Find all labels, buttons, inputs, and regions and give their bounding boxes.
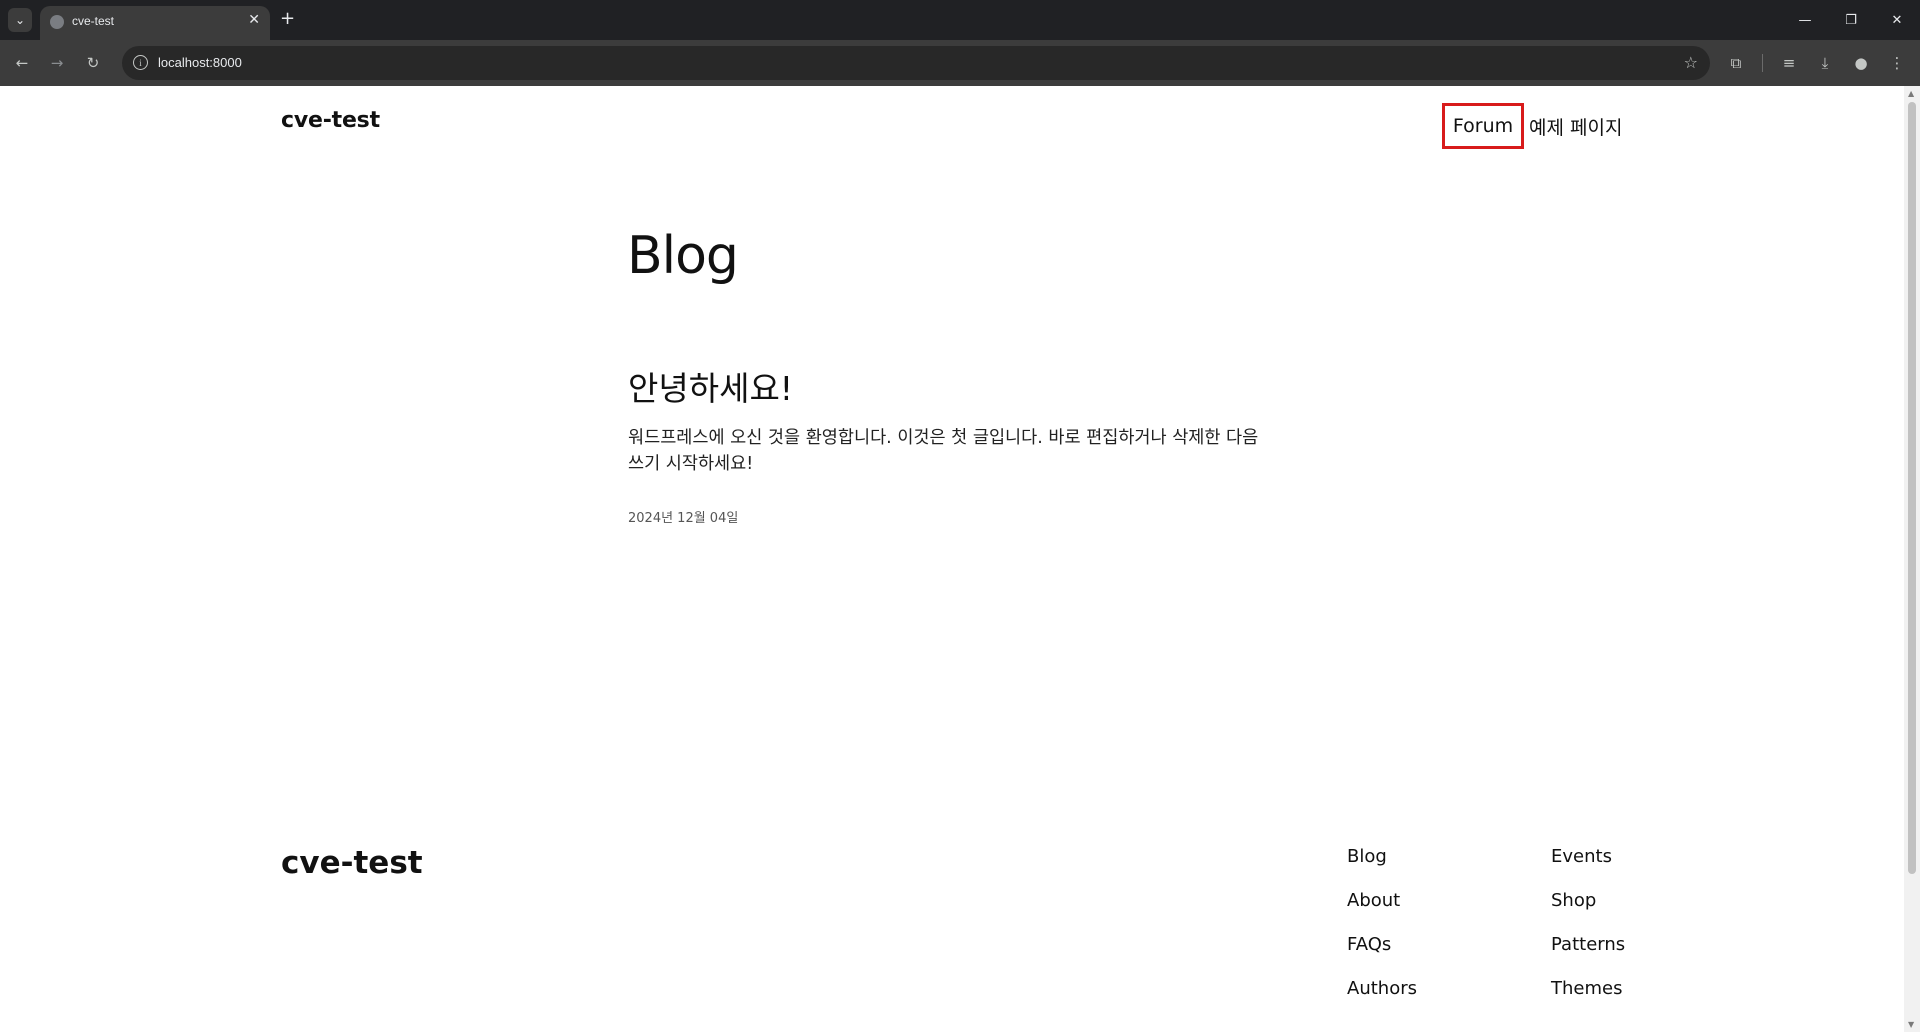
plus-icon[interactable]: + bbox=[280, 8, 295, 29]
window-close-icon[interactable]: ✕ bbox=[1874, 0, 1920, 40]
address-bar[interactable]: i localhost:8000 ☆ bbox=[122, 46, 1710, 80]
footer-link-authors[interactable]: Authors bbox=[1347, 978, 1417, 1022]
post-title[interactable]: 안녕하세요! bbox=[628, 362, 793, 410]
footer-link-themes[interactable]: Themes bbox=[1551, 978, 1625, 1022]
menu-icon[interactable]: ⋮ bbox=[1886, 52, 1908, 74]
footer-link-shop[interactable]: Shop bbox=[1551, 890, 1625, 934]
site-title[interactable]: cve-test bbox=[281, 108, 380, 133]
extensions-icon[interactable]: ⧉ bbox=[1725, 52, 1747, 74]
header-nav: Forum 예제 페이지 bbox=[1442, 103, 1622, 149]
post-date[interactable]: 2024년 12월 04일 bbox=[628, 507, 738, 526]
restore-icon[interactable]: ❐ bbox=[1828, 0, 1874, 40]
scroll-down-icon[interactable]: ▼ bbox=[1908, 1020, 1914, 1029]
minimize-icon[interactable]: — bbox=[1782, 0, 1828, 40]
scroll-up-icon[interactable]: ▲ bbox=[1908, 89, 1914, 98]
url-text[interactable]: localhost:8000 bbox=[158, 55, 242, 70]
browser-toolbar: ← → ↻ i localhost:8000 ☆ ⧉ ≡ ⤓ ● ⋮ bbox=[0, 40, 1920, 86]
profile-icon[interactable]: ● bbox=[1850, 52, 1872, 74]
page-scrollbar[interactable]: ▲ ▼ bbox=[1904, 86, 1920, 1032]
footer-link-about[interactable]: About bbox=[1347, 890, 1417, 934]
info-icon[interactable]: i bbox=[133, 55, 148, 70]
footer-link-faqs[interactable]: FAQs bbox=[1347, 934, 1417, 978]
tab-title: cve-test bbox=[72, 14, 115, 28]
tab-search-icon[interactable]: ⌄ bbox=[8, 8, 32, 32]
browser-tabbar: ⌄ cve-test ✕ + — ❐ ✕ bbox=[0, 0, 1920, 40]
browser-tab[interactable]: cve-test ✕ bbox=[40, 6, 270, 40]
page-title: Blog bbox=[627, 226, 739, 286]
media-icon[interactable]: ≡ bbox=[1778, 52, 1800, 74]
download-icon[interactable]: ⤓ bbox=[1814, 52, 1836, 74]
back-icon[interactable]: ← bbox=[12, 53, 32, 73]
scrollbar-thumb[interactable] bbox=[1908, 102, 1916, 874]
window-controls: — ❐ ✕ bbox=[1782, 0, 1920, 40]
close-icon[interactable]: ✕ bbox=[248, 12, 260, 28]
nav-item-forum[interactable]: Forum bbox=[1442, 103, 1524, 149]
page-viewport: cve-test Forum 예제 페이지 Blog 안녕하세요! 워드프레스에… bbox=[0, 86, 1920, 1032]
footer-link-patterns[interactable]: Patterns bbox=[1551, 934, 1625, 978]
reload-icon[interactable]: ↻ bbox=[83, 53, 103, 73]
nav-item-sample-page[interactable]: 예제 페이지 bbox=[1529, 113, 1622, 140]
footer-nav-column: Blog About FAQs Authors bbox=[1347, 846, 1417, 1022]
toolbar-separator bbox=[1762, 54, 1763, 72]
footer-site-title[interactable]: cve-test bbox=[281, 845, 423, 881]
star-icon[interactable]: ☆ bbox=[1684, 53, 1698, 72]
globe-icon bbox=[50, 15, 64, 29]
footer-nav-column: Events Shop Patterns Themes bbox=[1551, 846, 1625, 1022]
forward-icon[interactable]: → bbox=[47, 53, 67, 73]
post-excerpt: 워드프레스에 오신 것을 환영합니다. 이것은 첫 글입니다. 바로 편집하거나… bbox=[628, 428, 1259, 474]
footer-link-events[interactable]: Events bbox=[1551, 846, 1625, 890]
footer-link-blog[interactable]: Blog bbox=[1347, 846, 1417, 890]
